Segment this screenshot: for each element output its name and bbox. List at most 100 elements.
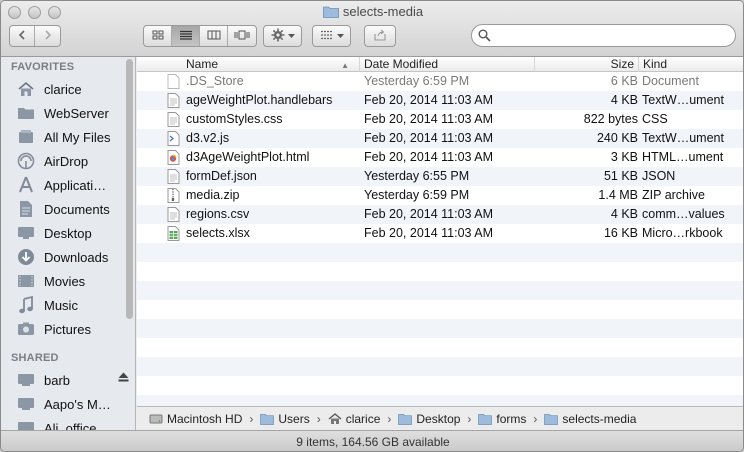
empty-row [137, 376, 743, 395]
file-kind: CSS [642, 112, 668, 126]
file-row[interactable]: formDef.json Yesterday 6:55 PM 51 KB JSO… [137, 167, 743, 186]
file-name: media.zip [186, 188, 240, 202]
column-header-date[interactable]: Date Modified [359, 57, 534, 72]
pictures-icon [15, 320, 37, 338]
file-row[interactable]: media.zip Yesterday 6:59 PM 1.4 MB ZIP a… [137, 186, 743, 205]
folder-icon [398, 413, 413, 425]
hard-drive-icon [149, 413, 163, 425]
file-date: Feb 20, 2014 11:03 AM [364, 93, 494, 107]
chevron-right-icon [44, 29, 52, 43]
share-icon [373, 29, 387, 44]
computer-icon [15, 371, 37, 389]
path-separator-icon: › [467, 411, 472, 426]
file-row[interactable]: d3.v2.js Feb 20, 2014 11:03 AM 240 KB Te… [137, 129, 743, 148]
column-header-size[interactable]: Size [534, 57, 638, 72]
text-doc-icon [167, 93, 180, 108]
sidebar-item-label: WebServer [44, 105, 109, 121]
path-item-clarice[interactable]: clarice [328, 412, 380, 426]
sidebar-item-label: All My Files [44, 129, 111, 145]
file-rows: .DS_Store Yesterday 6:59 PM 6 KB Documen… [137, 72, 743, 406]
sidebar-item-aapos-mac[interactable]: Aapo's M… [15, 393, 127, 415]
file-date: Yesterday 6:59 PM [364, 74, 470, 88]
computer-icon [15, 419, 37, 430]
back-button[interactable] [10, 26, 35, 46]
file-kind: JSON [642, 169, 676, 183]
file-name: formDef.json [186, 169, 257, 183]
empty-row [137, 243, 743, 262]
sidebar-item-pictures[interactable]: Pictures [15, 318, 127, 340]
file-size: 3 KB [610, 150, 638, 164]
eject-icon[interactable] [118, 372, 129, 385]
file-kind: comm…values [642, 207, 725, 221]
path-separator-icon: › [387, 411, 392, 426]
path-item-macintosh-hd[interactable]: Macintosh HD [149, 412, 242, 426]
chevron-down-icon [287, 30, 295, 42]
sidebar-item-clarice[interactable]: clarice [15, 78, 127, 100]
column-header-name[interactable]: Name ▲ [182, 57, 353, 72]
file-name: ageWeightPlot.handlebars [186, 93, 333, 107]
file-row[interactable]: .DS_Store Yesterday 6:59 PM 6 KB Documen… [137, 72, 743, 91]
grid-icon [152, 30, 164, 43]
file-kind: Micro…rkbook [642, 226, 723, 240]
search-icon [478, 29, 491, 45]
action-menu-button[interactable] [264, 26, 301, 46]
path-separator-icon: › [533, 411, 538, 426]
path-bar: Macintosh HD › Users › clarice › Desktop… [137, 406, 743, 430]
sidebar-item-music[interactable]: Music [15, 294, 127, 316]
share-button[interactable] [365, 26, 395, 46]
path-item-label: Macintosh HD [167, 411, 243, 426]
file-kind: Document [642, 74, 699, 88]
sidebar-item-all-my-files[interactable]: All My Files [15, 126, 127, 148]
sidebar-item-ali-office[interactable]: Ali_office [15, 417, 127, 430]
path-item-label: selects-media [562, 411, 637, 426]
empty-row [137, 357, 743, 376]
path-item-desktop[interactable]: Desktop [398, 412, 460, 426]
sidebar-item-webserver[interactable]: WebServer [15, 102, 127, 124]
path-item-users[interactable]: Users [260, 412, 310, 426]
search-input[interactable] [496, 28, 726, 43]
file-row[interactable]: ageWeightPlot.handlebars Feb 20, 2014 11… [137, 91, 743, 110]
sidebar-item-barb[interactable]: barb [15, 369, 129, 391]
sidebar-item-airdrop[interactable]: AirDrop [15, 150, 127, 172]
file-size: 51 KB [603, 169, 638, 183]
list-view-button[interactable] [172, 26, 200, 46]
file-row[interactable]: d3AgeWeightPlot.html Feb 20, 2014 11:03 … [137, 148, 743, 167]
column-header-kind[interactable]: Kind [638, 57, 743, 72]
window-title-bar: selects-media [1, 4, 743, 21]
sidebar-item-label: Downloads [44, 249, 109, 265]
sidebar-item-downloads[interactable]: Downloads [15, 246, 127, 268]
file-row[interactable]: selects.xlsx Feb 20, 2014 11:03 AM 16 KB… [137, 224, 743, 243]
forward-button[interactable] [35, 26, 60, 46]
file-size: 4 KB [610, 207, 638, 221]
path-item-selects-media[interactable]: selects-media [544, 412, 636, 426]
documents-icon [15, 200, 37, 218]
column-header-label: Kind [643, 57, 668, 71]
chevron-left-icon [18, 29, 26, 43]
empty-row [137, 338, 743, 357]
sort-ascending-icon: ▲ [341, 61, 349, 70]
file-kind: TextW…ument [642, 131, 724, 145]
html-doc-icon [167, 150, 180, 165]
sidebar-item-label: Documents [44, 201, 110, 217]
file-row[interactable]: regions.csv Feb 20, 2014 11:03 AM 4 KB c… [137, 205, 743, 224]
sidebar-item-documents[interactable]: Documents [15, 198, 127, 220]
empty-row [137, 262, 743, 281]
sidebar-item-label: clarice [44, 81, 82, 97]
sidebar-item-movies[interactable]: Movies [15, 270, 127, 292]
search-field[interactable] [471, 24, 736, 47]
sidebar-scrollbar[interactable] [126, 59, 133, 319]
folder-icon [260, 413, 275, 425]
column-view-button[interactable] [200, 26, 228, 46]
sidebar-item-desktop[interactable]: Desktop [15, 222, 127, 244]
window-title: selects-media [342, 4, 424, 19]
arrange-menu-button[interactable] [313, 26, 350, 46]
path-item-forms[interactable]: forms [478, 412, 526, 426]
spreadsheet-icon [167, 226, 180, 241]
cover-flow-view-button[interactable] [228, 26, 256, 46]
computer-icon [15, 395, 37, 413]
file-row[interactable]: customStyles.css Feb 20, 2014 11:03 AM 8… [137, 110, 743, 129]
sidebar-item-applications[interactable]: Applicati… [15, 174, 127, 196]
file-date: Yesterday 6:55 PM [364, 169, 470, 183]
file-name: customStyles.css [186, 112, 283, 126]
icon-view-button[interactable] [144, 26, 172, 46]
